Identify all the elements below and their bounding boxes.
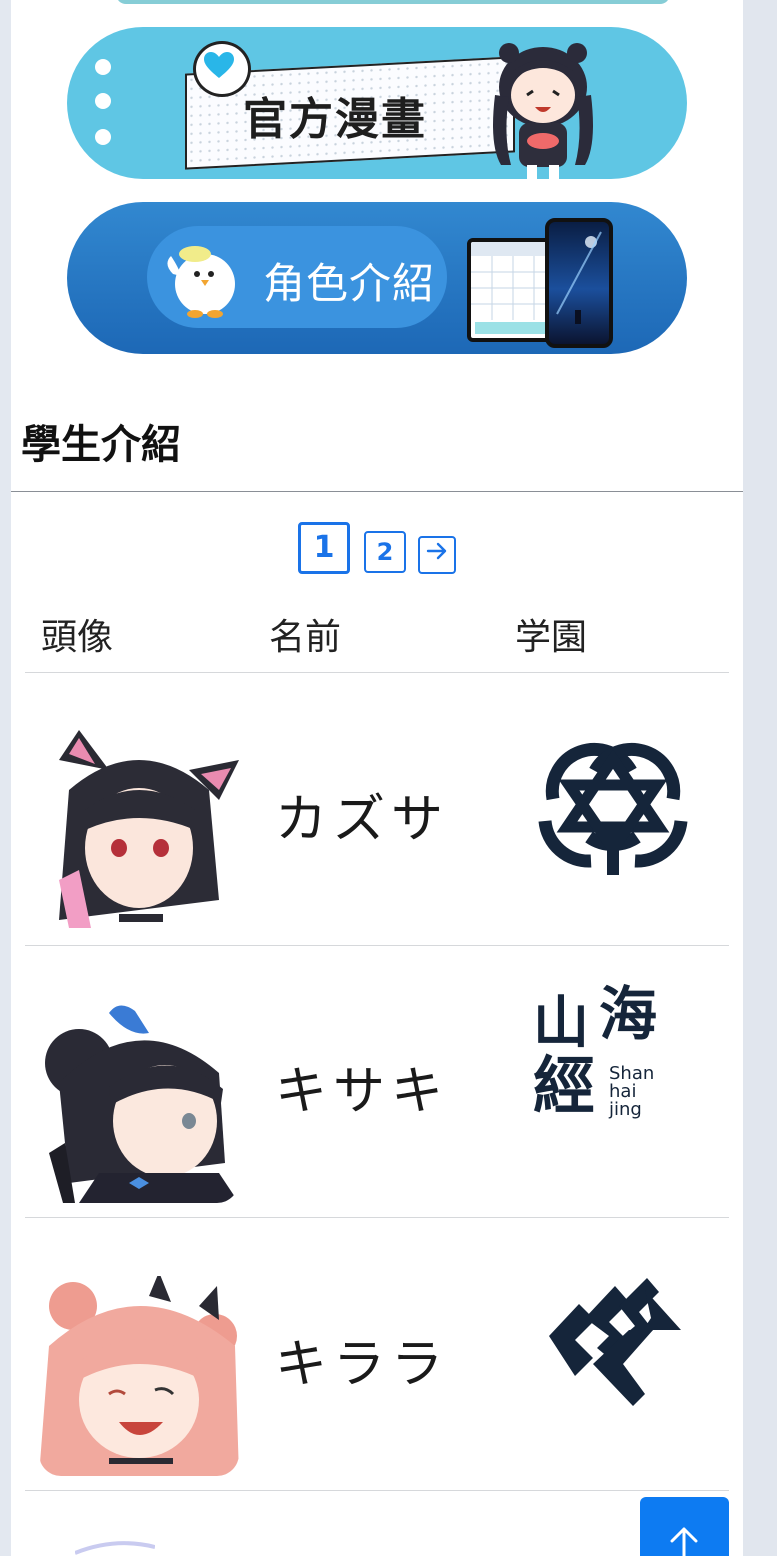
chibi-character-illustration xyxy=(493,43,593,179)
student-avatar-kazusa[interactable] xyxy=(39,730,239,930)
student-name: キサキ xyxy=(275,1062,450,1122)
table-row[interactable]: キサキ 山 海 經 Shan hai jing xyxy=(25,945,729,1218)
table-row[interactable]: キララ xyxy=(25,1218,729,1491)
table-row[interactable]: カズサ xyxy=(25,673,729,946)
next-page-button[interactable] xyxy=(418,536,456,574)
previous-banner-edge xyxy=(116,0,670,4)
arrow-up-icon xyxy=(670,1527,698,1556)
phone-screen-illustration xyxy=(545,218,613,348)
section-divider xyxy=(11,491,743,492)
banner-dot xyxy=(95,129,111,145)
character-intro-banner[interactable]: 角色介紹 xyxy=(67,202,687,354)
shanhaijing-emblem-icon: 山 海 經 Shan hai jing xyxy=(533,980,658,1122)
student-name: カズサ xyxy=(275,790,450,850)
page: 官方漫畫 角色介紹 學生介紹 1 2 頭像 名前 学園 カズサ キサキ 山 海 … xyxy=(11,0,743,1556)
manga-banner-label: 官方漫畫 xyxy=(243,94,427,145)
character-banner-label: 角色介紹 xyxy=(263,259,436,308)
table-header-row: 頭像 名前 学園 xyxy=(25,602,729,673)
official-manga-banner[interactable]: 官方漫畫 xyxy=(67,27,687,179)
column-header-avatar: 頭像 xyxy=(41,617,114,658)
gehenna-emblem-icon xyxy=(549,1278,681,1406)
page-1-button[interactable]: 1 xyxy=(298,522,350,574)
banner-dot xyxy=(95,59,111,75)
student-avatar-kirara[interactable] xyxy=(39,1276,239,1476)
back-to-top-button[interactable] xyxy=(640,1497,729,1556)
trinity-emblem-icon xyxy=(538,742,688,875)
page-2-button[interactable]: 2 xyxy=(364,531,406,573)
column-header-school: 学園 xyxy=(515,617,588,658)
student-avatar-kisaki[interactable] xyxy=(39,1003,239,1203)
page-scrollbar[interactable] xyxy=(743,0,777,1556)
student-avatar-partial xyxy=(75,1541,155,1555)
column-header-name: 名前 xyxy=(269,617,342,658)
white-bird-mascot-icon xyxy=(167,246,235,318)
table-row[interactable] xyxy=(25,1491,729,1556)
arrow-right-icon xyxy=(426,542,447,560)
banner-dot xyxy=(95,93,111,109)
student-name: キララ xyxy=(275,1335,450,1395)
student-intro-heading: 學生介紹 xyxy=(21,421,181,468)
